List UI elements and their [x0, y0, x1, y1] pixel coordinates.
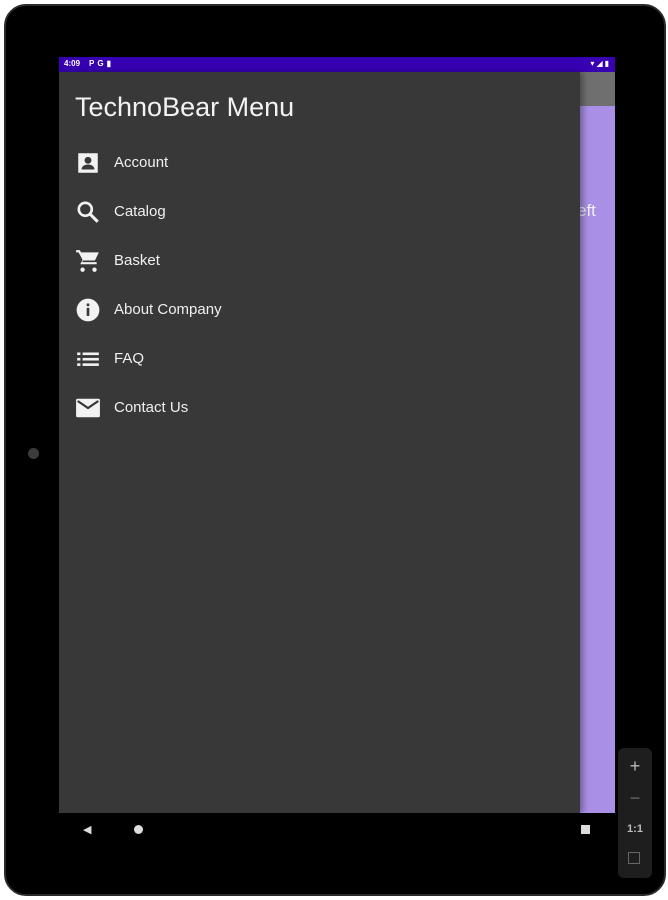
- system-icons: ▾◢▮: [590, 59, 611, 68]
- menu-item-label: Contact Us: [114, 399, 189, 416]
- battery-icon: ▮: [604, 59, 611, 68]
- menu-item-label: FAQ: [114, 350, 145, 367]
- menu-item-label: About Company: [114, 301, 222, 318]
- menu-item-basket[interactable]: Basket: [59, 239, 580, 283]
- menu-item-faq[interactable]: FAQ: [59, 337, 580, 381]
- status-time: 4:09: [64, 59, 81, 68]
- zoom-in-button[interactable]: +: [618, 751, 652, 781]
- menu-item-contact-us[interactable]: Contact Us: [59, 386, 580, 430]
- menu-item-account[interactable]: Account: [59, 141, 580, 185]
- home-button[interactable]: [134, 825, 143, 834]
- zoom-out-button[interactable]: −: [618, 783, 652, 813]
- menu-item-label: Account: [114, 154, 169, 171]
- screenshot-button[interactable]: [618, 846, 652, 876]
- menu-item-catalog[interactable]: Catalog: [59, 190, 580, 234]
- menu-item-label: Catalog: [114, 203, 166, 220]
- device-screen: 4:09 PG▮ ▾◢▮ eft TechnoBear Menu Account…: [59, 57, 615, 813]
- sim-card-icon: ▮: [106, 59, 114, 68]
- emulator-toolbar: + − 1:1: [618, 748, 652, 878]
- status-bar: 4:09 PG▮ ▾◢▮: [59, 57, 615, 72]
- drawer-title: TechnoBear Menu: [75, 92, 295, 122]
- recents-button[interactable]: [581, 825, 590, 834]
- mail-icon: [74, 395, 102, 421]
- menu-item-label: Basket: [114, 252, 160, 269]
- front-camera: [28, 448, 39, 459]
- notification-g-icon: G: [97, 59, 107, 68]
- list-icon: [74, 346, 102, 372]
- back-button[interactable]: ◀: [83, 823, 91, 836]
- info-icon: [74, 297, 102, 323]
- system-nav-bar: ◀: [59, 813, 615, 847]
- screenshot-icon: [628, 852, 640, 864]
- menu-item-about-company[interactable]: About Company: [59, 288, 580, 332]
- notification-icons: PG▮: [89, 59, 114, 68]
- cart-icon: [74, 248, 102, 274]
- signal-icon: ◢: [596, 59, 605, 68]
- account-box-icon: [74, 150, 102, 176]
- navigation-drawer: TechnoBear Menu Account Catalog Basket A…: [59, 72, 580, 813]
- actual-size-button[interactable]: 1:1: [618, 814, 652, 844]
- search-icon: [74, 199, 102, 225]
